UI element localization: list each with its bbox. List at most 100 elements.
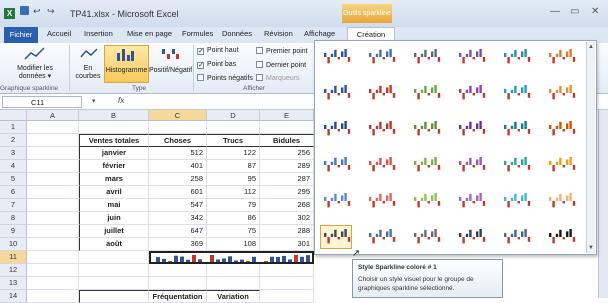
value-cell[interactable]: 75	[207, 225, 260, 238]
checkbox-negative-points[interactable]: Points négatifs	[197, 74, 253, 82]
grid-cell[interactable]	[79, 121, 149, 134]
sparkline-style-swatch[interactable]	[410, 153, 442, 177]
row-header[interactable]: 2	[0, 134, 27, 147]
sparkline-style-swatch[interactable]	[545, 153, 577, 177]
sparkline-style-swatch[interactable]	[455, 45, 487, 69]
month-cell[interactable]: mars	[79, 173, 149, 186]
grid-cell[interactable]	[27, 290, 79, 303]
sparkline-style-swatch[interactable]	[545, 81, 577, 105]
grid-cell[interactable]	[207, 277, 260, 290]
grid-cell[interactable]	[149, 264, 207, 277]
grid-cell[interactable]	[27, 264, 79, 277]
value-cell[interactable]: 108	[207, 238, 260, 251]
function-icon[interactable]: fx	[118, 96, 124, 105]
row-header[interactable]: 8	[0, 212, 27, 225]
sparkline-style-swatch[interactable]	[410, 225, 442, 249]
column-header[interactable]: A	[27, 110, 79, 121]
grid-cell[interactable]	[27, 251, 79, 264]
value-cell[interactable]: 301	[260, 238, 314, 251]
grid-cell[interactable]	[27, 225, 79, 238]
sparkline-style-swatch[interactable]	[320, 153, 352, 177]
tab-revision[interactable]: Révision	[264, 29, 293, 38]
sparkline-style-swatch[interactable]	[545, 117, 577, 141]
sparkline-style-swatch[interactable]	[365, 225, 397, 249]
grid-cell[interactable]	[27, 173, 79, 186]
row-header[interactable]: 3	[0, 147, 27, 160]
gallery-scrollbar[interactable]: ▲ ▼	[586, 42, 595, 253]
month-cell[interactable]: janvier	[79, 147, 149, 160]
grid-cell[interactable]	[27, 186, 79, 199]
dropdown-arrow-icon[interactable]: ▾	[92, 97, 96, 105]
value-cell[interactable]: 547	[149, 199, 207, 212]
type-line-button[interactable]: En courbes	[72, 65, 104, 81]
row-header[interactable]: 11	[0, 251, 27, 264]
row-header[interactable]: 7	[0, 199, 27, 212]
sparkline-style-swatch[interactable]	[365, 153, 397, 177]
grid-cell[interactable]	[149, 121, 207, 134]
row-header[interactable]: 9	[0, 225, 27, 238]
value-cell[interactable]: 87	[207, 160, 260, 173]
row-header[interactable]: 10	[0, 238, 27, 251]
value-cell[interactable]: 256	[260, 147, 314, 160]
value-cell[interactable]: 86	[207, 212, 260, 225]
row-header[interactable]: 14	[0, 290, 27, 303]
month-cell[interactable]: février	[79, 160, 149, 173]
edit-data-button[interactable]: Modifier les données ▾	[4, 65, 66, 81]
grid-cell[interactable]	[27, 160, 79, 173]
tab-mise-en-page[interactable]: Mise en page	[127, 29, 172, 38]
vertical-scrollbar[interactable]	[598, 110, 608, 298]
scroll-up-icon[interactable]: ▲	[588, 44, 594, 50]
sparkline-style-swatch[interactable]	[410, 45, 442, 69]
table-header[interactable]: Fréquentation	[149, 290, 207, 303]
sparkline-style-swatch[interactable]	[545, 225, 577, 249]
table-header[interactable]: Trucs	[207, 134, 260, 147]
type-winloss-button[interactable]: Positif/Négatif	[149, 67, 192, 75]
grid-cell[interactable]	[207, 264, 260, 277]
select-all-corner[interactable]	[0, 110, 27, 121]
value-cell[interactable]: 512	[149, 147, 207, 160]
maximize-button[interactable]: ▭	[570, 6, 579, 17]
grid-cell[interactable]	[79, 290, 149, 303]
tab-accueil[interactable]: Accueil	[47, 29, 71, 38]
value-cell[interactable]: 302	[260, 212, 314, 225]
name-box[interactable]: C11	[2, 96, 82, 108]
value-cell[interactable]: 295	[260, 186, 314, 199]
sparkline-style-swatch[interactable]	[500, 225, 532, 249]
table-header[interactable]: Bidules	[260, 134, 314, 147]
row-header[interactable]: 1	[0, 121, 27, 134]
grid-cell[interactable]	[27, 147, 79, 160]
column-header[interactable]: D	[207, 110, 260, 121]
grid-cell[interactable]	[27, 277, 79, 290]
value-cell[interactable]: 289	[260, 160, 314, 173]
tab-fichier[interactable]: Fichier	[4, 27, 38, 43]
sparkline-style-swatch[interactable]	[365, 45, 397, 69]
value-cell[interactable]: 122	[207, 147, 260, 160]
grid-cell[interactable]	[260, 290, 314, 303]
sparkline-style-swatch[interactable]	[455, 117, 487, 141]
month-cell[interactable]: juillet	[79, 225, 149, 238]
row-header[interactable]: 6	[0, 186, 27, 199]
grid-cell[interactable]	[27, 212, 79, 225]
tab-formules[interactable]: Formules	[182, 29, 213, 38]
month-cell[interactable]: août	[79, 238, 149, 251]
column-header[interactable]: C	[149, 110, 207, 121]
grid-cell[interactable]	[207, 121, 260, 134]
sparkline-style-swatch[interactable]	[545, 189, 577, 213]
value-cell[interactable]: 112	[207, 186, 260, 199]
value-cell[interactable]: 258	[149, 173, 207, 186]
undo-icon[interactable]: ↩	[33, 6, 41, 17]
sparkline-style-gallery[interactable]: ▲ ▼	[314, 40, 597, 255]
value-cell[interactable]: 647	[149, 225, 207, 238]
table-header[interactable]: Ventes totales	[79, 134, 149, 147]
grid-cell[interactable]	[149, 277, 207, 290]
minimize-button[interactable]: —	[550, 6, 560, 17]
sparkline-style-swatch[interactable]	[455, 225, 487, 249]
grid-cell[interactable]	[79, 264, 149, 277]
save-icon[interactable]	[20, 6, 29, 15]
row-header[interactable]: 5	[0, 173, 27, 186]
sparkline-style-swatch[interactable]	[410, 81, 442, 105]
row-header[interactable]: 13	[0, 277, 27, 290]
sparkline-style-swatch[interactable]	[500, 81, 532, 105]
checkbox-markers[interactable]: Marqueurs	[256, 74, 299, 82]
grid-cell[interactable]	[79, 277, 149, 290]
